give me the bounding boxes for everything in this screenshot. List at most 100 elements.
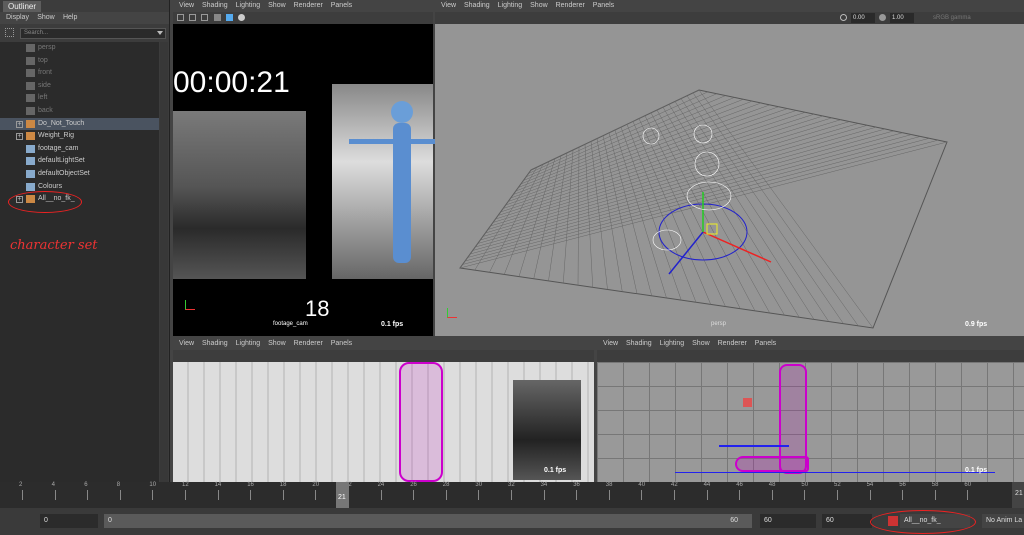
- red-locator: [743, 398, 752, 407]
- menu-show[interactable]: Show: [692, 338, 710, 350]
- timeline-tick: [771, 490, 773, 500]
- menu-help[interactable]: Help: [63, 12, 77, 24]
- search-dropdown-icon[interactable]: [157, 31, 163, 35]
- timeline-tick-label: 40: [638, 482, 646, 488]
- menu-view[interactable]: View: [179, 0, 194, 12]
- outliner-item[interactable]: footage_cam: [0, 143, 159, 155]
- node-icon: [26, 182, 35, 191]
- menu-shading[interactable]: Shading: [464, 0, 490, 12]
- menu-renderer[interactable]: Renderer: [718, 338, 747, 350]
- exposure-field[interactable]: 0.00: [851, 13, 875, 23]
- timeline-tick: [250, 490, 252, 500]
- timeline-tick: [185, 490, 186, 500]
- time-slider[interactable]: 2468101214161820222426283032343638404244…: [0, 482, 1012, 508]
- menu-view[interactable]: View: [441, 0, 456, 12]
- timeline-tick: [511, 490, 512, 500]
- menu-lighting[interactable]: Lighting: [236, 0, 261, 12]
- timeline-tick: [674, 490, 675, 500]
- playback-end-field[interactable]: 60: [760, 514, 816, 528]
- range-slider[interactable]: 0 60: [104, 514, 752, 528]
- camera-icon[interactable]: [177, 14, 184, 21]
- gamma-field[interactable]: 1.00: [890, 13, 914, 23]
- animation-end-field[interactable]: 60: [822, 514, 872, 528]
- outliner-item[interactable]: side: [0, 80, 159, 92]
- outliner-item[interactable]: persp: [0, 42, 159, 54]
- outliner-scrollbar[interactable]: [160, 42, 168, 482]
- camera-icon: [26, 69, 35, 78]
- viewport-footage[interactable]: View Shading Lighting Show Renderer Pane…: [173, 0, 439, 336]
- range-slider-bar: 0 0 60 60 60 All__no_fk_ No Anim La: [0, 508, 1024, 535]
- outliner-item[interactable]: defaultLightSet: [0, 155, 159, 167]
- timeline-tick-label: 46: [736, 482, 743, 488]
- menu-lighting[interactable]: Lighting: [236, 338, 261, 350]
- timeline-tick-label: 26: [410, 482, 417, 488]
- timeline-tick-label: 56: [899, 482, 906, 488]
- menu-lighting[interactable]: Lighting: [498, 0, 523, 12]
- timeline-tick-label: 52: [834, 482, 841, 488]
- expand-icon[interactable]: +: [16, 120, 23, 128]
- outliner-item[interactable]: Colours: [0, 181, 159, 193]
- textured-icon[interactable]: [225, 14, 233, 21]
- menu-panels[interactable]: Panels: [593, 0, 614, 12]
- timeline-tick-label: 32: [508, 482, 515, 488]
- outliner-item[interactable]: back: [0, 105, 159, 117]
- fps-display: 0.9 fps: [965, 321, 988, 328]
- lights-icon[interactable]: [238, 14, 246, 21]
- expand-icon[interactable]: +: [16, 133, 23, 141]
- anim-layer-field[interactable]: No Anim La: [982, 514, 1024, 528]
- range-end-handle[interactable]: 60: [730, 514, 738, 528]
- outliner-item-label: front: [38, 69, 53, 77]
- viewport-persp[interactable]: View Shading Lighting Show Renderer Pane…: [435, 0, 1024, 336]
- node-icon: [26, 144, 35, 153]
- shaded-icon[interactable]: [213, 14, 221, 21]
- menu-lighting[interactable]: Lighting: [660, 338, 685, 350]
- menu-shading[interactable]: Shading: [202, 338, 228, 350]
- timeline-tick: [380, 490, 382, 500]
- viewport-bottom-right[interactable]: View Shading Lighting Show Renderer Pane…: [597, 338, 1024, 482]
- timeline-right-frame: 21: [1015, 490, 1023, 497]
- outliner-item[interactable]: + Weight_Rig: [0, 130, 159, 142]
- current-frame-label: 21: [338, 494, 346, 501]
- outliner-item[interactable]: + Do_Not_Touch: [0, 117, 159, 130]
- outliner-item[interactable]: defaultObjectSet: [0, 168, 159, 180]
- color-space-label[interactable]: sRGB gamma: [933, 12, 971, 24]
- menu-panels[interactable]: Panels: [331, 338, 352, 350]
- outliner-item[interactable]: front: [0, 67, 159, 79]
- menu-view[interactable]: View: [179, 338, 194, 350]
- foot-wireframe: [735, 456, 809, 472]
- menu-panels[interactable]: Panels: [755, 338, 776, 350]
- settings-icon[interactable]: [5, 28, 14, 37]
- timeline-tick: [445, 490, 447, 500]
- outliner-search-input[interactable]: Search...: [20, 28, 166, 39]
- outliner-item[interactable]: top: [0, 55, 159, 67]
- gamma-icon[interactable]: [879, 14, 886, 21]
- timeline-tick: [413, 490, 415, 500]
- character-wireframe: [399, 362, 443, 482]
- menu-shading[interactable]: Shading: [202, 0, 228, 12]
- menu-renderer[interactable]: Renderer: [294, 338, 323, 350]
- menu-show[interactable]: Show: [268, 0, 286, 12]
- menu-show[interactable]: Show: [530, 0, 548, 12]
- menu-shading[interactable]: Shading: [626, 338, 652, 350]
- viewport-bottom-left[interactable]: View Shading Lighting Show Renderer Pane…: [173, 338, 594, 482]
- animation-start-field[interactable]: 0: [40, 514, 98, 528]
- menu-show[interactable]: Show: [268, 338, 286, 350]
- range-start-handle[interactable]: 0: [108, 514, 112, 528]
- grid-icon[interactable]: [189, 14, 197, 21]
- outliner-tab[interactable]: Outliner: [3, 1, 42, 12]
- character-set-annotation: character set: [10, 238, 98, 253]
- outliner-item[interactable]: left: [0, 92, 159, 104]
- menu-panels[interactable]: Panels: [331, 0, 352, 12]
- wireframe-icon[interactable]: [201, 14, 209, 21]
- exposure-icon[interactable]: [840, 14, 847, 21]
- menu-renderer[interactable]: Renderer: [294, 0, 323, 12]
- menu-view[interactable]: View: [603, 338, 618, 350]
- menu-display[interactable]: Display: [6, 12, 29, 24]
- camera-icon: [26, 44, 35, 52]
- menu-show[interactable]: Show: [37, 12, 55, 24]
- menu-renderer[interactable]: Renderer: [556, 0, 585, 12]
- outliner-item-label: side: [38, 81, 51, 89]
- timeline-tick: [152, 490, 154, 500]
- node-icon: [26, 157, 35, 166]
- dark-patch: [513, 380, 581, 480]
